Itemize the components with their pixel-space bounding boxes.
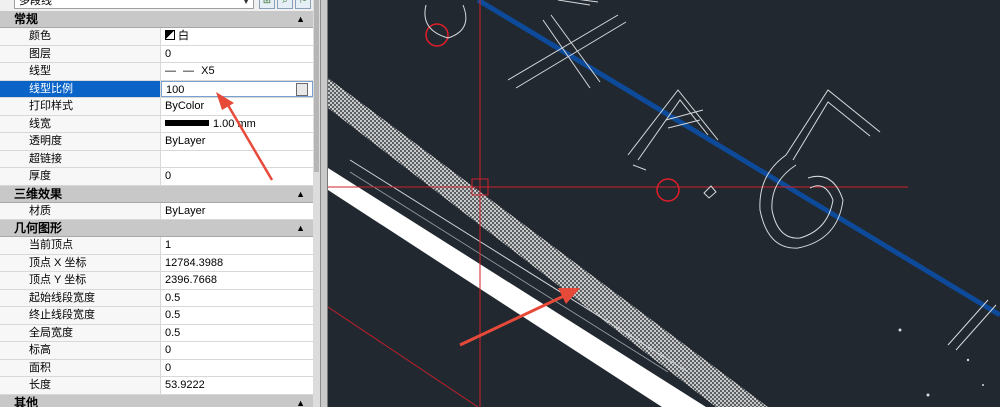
annotation-arrow-shaft — [223, 99, 274, 181]
panel-splitter[interactable] — [321, 0, 328, 407]
annotation-arrow-head — [216, 92, 234, 110]
annotation-arrow-panel — [216, 92, 274, 181]
scrollbar-thumb[interactable] — [314, 0, 319, 172]
panel-scrollbar[interactable] — [313, 0, 321, 407]
drawing-canvas[interactable] — [328, 0, 1000, 407]
